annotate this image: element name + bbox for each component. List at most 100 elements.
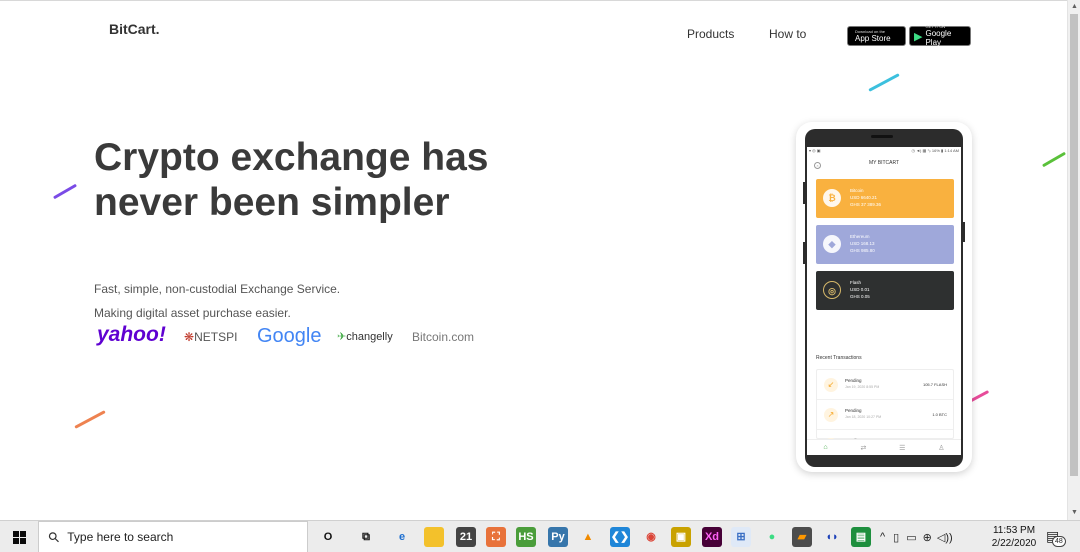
taskbar-pad-icon[interactable]: ⊞ [731, 527, 751, 547]
wallet-ghs: GHS 0.05 [850, 294, 870, 299]
site-logo[interactable]: BitCart. [109, 21, 160, 37]
start-button[interactable] [0, 521, 38, 552]
action-center-icon[interactable]: ▤ 48 [1046, 528, 1066, 547]
taskbar-clock[interactable]: 11:53 PM 2/22/2020 [988, 524, 1040, 550]
transaction-row: ↗ Pending Jan 18, 2020 10:27 PM 1.0 BTC [817, 400, 953, 430]
wallet-name: Flash [850, 280, 862, 285]
send-arrow-icon: ↗ [824, 408, 838, 422]
system-tray: ^ ▯ ▭ ⊕ ◁)) [880, 521, 953, 552]
wallet-card-bitcoin: ₿ Bitcoin USD 6640.21 GHS 37 389.36 [816, 179, 954, 218]
scroll-up-arrow-icon[interactable]: ▲ [1068, 0, 1080, 14]
taskbar-vlc-icon[interactable]: ▲ [578, 527, 598, 547]
wallet-ghs: GHS 37 389.36 [850, 202, 882, 207]
taskbar-sticky-icon[interactable]: ▣ [671, 527, 691, 547]
taskbar-chrome-icon[interactable]: ◉ [641, 527, 661, 547]
deco-line-cyan [868, 73, 900, 92]
scroll-down-arrow-icon[interactable]: ▼ [1068, 506, 1080, 520]
bitcoin-icon: ₿ [823, 189, 841, 207]
windows-taskbar: ⚲ O ⧉ e ▬ 21 ⛶ HS Py ▲ ❮❯ ◉ ▣ Xd ⊞ ● ▰ ◖◗ ▤ ^ ▯ ▭ ⊕ ◁)) 1… [0, 520, 1080, 552]
receive-arrow-icon: ↙ [824, 378, 838, 392]
partner-logo-google: Google [257, 325, 322, 347]
taskbar-vscode-icon[interactable]: ❮❯ [610, 527, 630, 547]
wallet-usd: USD 0.01 [850, 287, 870, 292]
status-right: ◷ ◄) ▦ ⁺ᵢₗ 16% ▮ 1:14 AM [911, 148, 959, 153]
taskbar-headset-icon[interactable]: ◖◗ [822, 527, 842, 547]
phone-speaker [871, 135, 893, 138]
clock-date: 2/22/2020 [991, 538, 1037, 549]
partner-netspi-name: NETSPI [194, 330, 238, 344]
status-left: ▾ ◎ ▣ [809, 148, 821, 153]
taskbar-hs-icon[interactable]: HS [516, 527, 536, 547]
phone-frame: ▾ ◎ ▣ ◷ ◄) ▦ ⁺ᵢₗ 16% ▮ 1:14 AM × MY BITC… [805, 129, 963, 467]
partner-logo-changelly: ✈changelly [337, 330, 393, 343]
transaction-date: Jan 19, 2020 8:55 PM [845, 385, 880, 389]
deco-line-orange [74, 410, 106, 429]
partner-logo-bitcoin-com: Bitcoin.com [412, 330, 475, 344]
taskbar-monitor-icon[interactable]: ▤ [851, 527, 871, 547]
taskbar-cortana-icon[interactable]: O [318, 527, 338, 547]
taskbar-mail-icon[interactable]: 21 [456, 527, 476, 547]
phone-bottom-nav: ⌂ ⇄ ☰ ♙ [807, 439, 961, 455]
transaction-amount: 105.7 FLASH [922, 382, 947, 387]
transaction-row: ↙ Pending Jan 19, 2020 8:55 PM 105.7 FLA… [817, 370, 953, 400]
transaction-amount: 1.0 BTC [932, 412, 947, 417]
hero-title: Crypto exchange has never been simpler [94, 136, 489, 224]
phone-screen: ▾ ◎ ▣ ◷ ◄) ▦ ⁺ᵢₗ 16% ▮ 1:14 AM × MY BITC… [807, 147, 961, 455]
network-icon[interactable]: ⊕ [923, 531, 932, 544]
taskbar-xd-icon[interactable]: Xd [702, 527, 722, 547]
wallet-usd: USD 6640.21 [850, 195, 878, 200]
taskbar-task-view-icon[interactable]: ⧉ [356, 527, 376, 547]
show-hidden-icons-icon[interactable]: ^ [880, 531, 885, 543]
play-icon: ▶ [914, 30, 923, 43]
nav-products-link[interactable]: Products [687, 27, 734, 41]
recent-transactions-title: Recent Transactions [816, 355, 862, 361]
vertical-scrollbar[interactable]: ▲ ▼ [1067, 0, 1080, 520]
ethereum-icon: ◆ [823, 235, 841, 253]
taskbar-android-icon[interactable]: ● [762, 527, 782, 547]
app-store-big-text: App Store [855, 33, 891, 43]
taskbar-postman-icon[interactable]: ⛶ [486, 527, 506, 547]
taskbar-sublime-icon[interactable]: ▰ [792, 527, 812, 547]
taskbar-edge-icon[interactable]: e [392, 527, 412, 547]
netspi-icon: ❋ [184, 330, 195, 344]
scroll-thumb[interactable] [1070, 14, 1078, 476]
notification-count: 48 [1052, 536, 1066, 547]
device-icon[interactable]: ▯ [893, 531, 899, 544]
wallet-name: Ethereum [850, 234, 870, 239]
deco-line-green [1041, 151, 1067, 168]
windows-logo-icon [12, 530, 26, 544]
nav-how-to-link[interactable]: How to [769, 27, 806, 41]
phone-app-title: MY BITCART [868, 160, 900, 166]
browser-page: BitCart. Products How to Download on the… [0, 0, 1067, 520]
partner-changelly-name: changelly [346, 331, 393, 343]
taskbar-search-box[interactable]: ⚲ [38, 521, 308, 552]
changelly-icon: ✈ [337, 331, 347, 343]
google-play-badge[interactable]: ▶ GET IT ON Google Play [909, 25, 971, 47]
search-icon: ⚲ [44, 527, 64, 546]
wallet-name: Bitcoin [850, 188, 864, 193]
volume-icon[interactable]: ◁)) [937, 531, 953, 544]
phone-mockup: ▾ ◎ ▣ ◷ ◄) ▦ ⁺ᵢₗ 16% ▮ 1:14 AM × MY BITC… [796, 122, 972, 472]
wallet-card-ethereum: ◆ Ethereum USD 168.13 GHS 985.80 [816, 225, 954, 264]
transaction-date: Jan 18, 2020 10:27 PM [845, 415, 882, 419]
list-icon: ☰ [899, 444, 906, 452]
taskbar-python-icon[interactable]: Py [548, 527, 568, 547]
google-play-big-text: Google Play [925, 29, 952, 47]
wallet-ghs: GHS 985.80 [850, 248, 875, 253]
transaction-status: Pending [845, 408, 862, 413]
wallet-card-flash: ◎ Flash USD 0.01 GHS 0.05 [816, 271, 954, 310]
transaction-status: Pending [845, 378, 862, 383]
phone-status-bar: ▾ ◎ ▣ ◷ ◄) ▦ ⁺ᵢₗ 16% ▮ 1:14 AM [807, 147, 961, 154]
taskbar-search-input[interactable] [67, 530, 288, 544]
flash-icon: ◎ [823, 281, 841, 299]
partner-logo-yahoo: yahoo! [97, 323, 166, 346]
deco-line-purple [52, 183, 78, 200]
battery-icon[interactable]: ▭ [906, 531, 916, 544]
taskbar-file-explorer-icon[interactable]: ▬ [424, 527, 444, 547]
app-store-badge[interactable]: Download on the App Store [847, 26, 906, 46]
hero-subtitle-2: Making digital asset purchase easier. [94, 306, 291, 320]
profile-icon: ♙ [938, 444, 945, 452]
partner-logo-netspi: ❋NETSPI [184, 330, 237, 344]
close-icon: × [814, 162, 821, 169]
transactions-list: ↙ Pending Jan 19, 2020 8:55 PM 105.7 FLA… [816, 369, 954, 452]
